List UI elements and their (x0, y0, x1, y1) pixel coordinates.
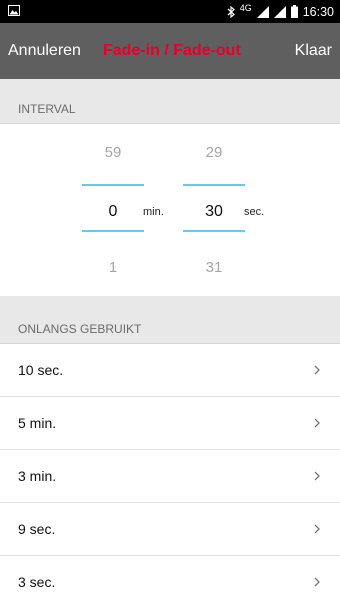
page-title: Fade-in / Fade-out (103, 42, 241, 59)
minutes-unit-label: min. (143, 206, 164, 218)
list-item-label: 3 sec. (18, 574, 56, 590)
battery-icon (290, 5, 298, 18)
signal-icon (273, 5, 286, 18)
minutes-divider-bottom (82, 230, 144, 232)
network-type: 4G (239, 2, 252, 13)
seconds-divider-top (183, 184, 245, 186)
signal-icon (256, 5, 269, 18)
cancel-button[interactable]: Annuleren (8, 23, 81, 79)
status-bar: 4G 16:30 (0, 0, 340, 23)
clock: 16:30 (302, 4, 334, 19)
recent-header-label: ONLANGS GEBRUIKT (18, 322, 142, 336)
list-item-label: 9 sec. (18, 521, 56, 537)
recent-header: ONLANGS GEBRUIKT (0, 296, 340, 344)
minutes-value-below[interactable]: 1 (82, 259, 144, 276)
chevron-right-icon (314, 524, 320, 534)
chevron-right-icon (314, 418, 320, 428)
image-icon (8, 5, 20, 16)
seconds-value-below[interactable]: 31 (183, 259, 245, 276)
seconds-unit-label: sec. (244, 206, 265, 218)
seconds-value-above[interactable]: 29 (183, 144, 245, 161)
list-item[interactable]: 5 min. (0, 397, 340, 450)
chevron-right-icon (314, 471, 320, 481)
status-icons: 4G 16:30 (227, 0, 334, 23)
list-item[interactable]: 10 sec. (0, 344, 340, 397)
interval-header-label: INTERVAL (18, 102, 76, 116)
seconds-value-selected[interactable]: 30 (183, 203, 245, 221)
minutes-value-above[interactable]: 59 (82, 144, 144, 161)
list-item[interactable]: 3 min. (0, 450, 340, 503)
interval-picker: 59 0 1 min. 29 30 31 sec. (0, 124, 340, 296)
minutes-divider-top (82, 184, 144, 186)
action-bar: Annuleren Fade-in / Fade-out Klaar (0, 23, 340, 79)
chevron-right-icon (314, 577, 320, 587)
seconds-divider-bottom (183, 230, 245, 232)
minutes-value-selected[interactable]: 0 (82, 203, 144, 221)
list-item[interactable]: 3 sec. (0, 556, 340, 607)
interval-header: INTERVAL (0, 79, 340, 124)
chevron-right-icon (314, 365, 320, 375)
done-button[interactable]: Klaar (295, 23, 332, 79)
list-item[interactable]: 9 sec. (0, 503, 340, 556)
list-item-label: 3 min. (18, 468, 57, 484)
list-item-label: 10 sec. (18, 362, 64, 378)
list-item-label: 5 min. (18, 415, 57, 431)
bluetooth-icon (227, 5, 235, 18)
